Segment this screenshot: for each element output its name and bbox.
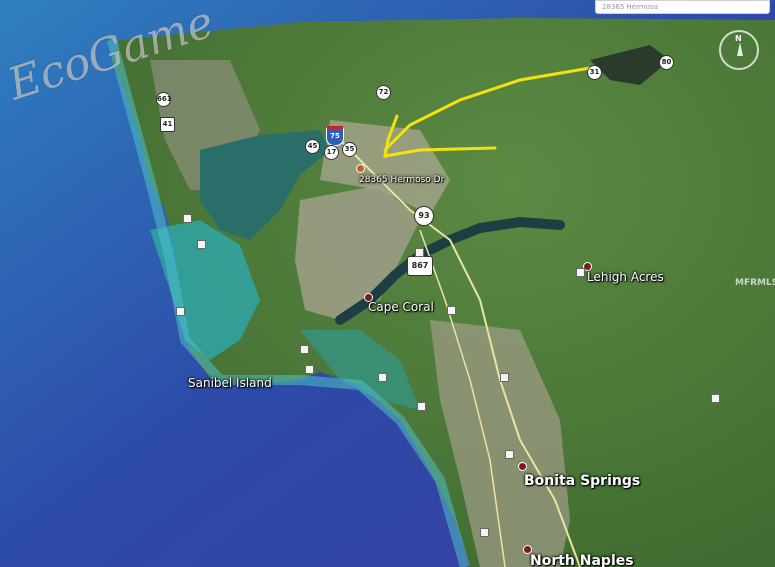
poi-marker[interactable] (415, 248, 424, 257)
poi-marker[interactable] (183, 214, 192, 223)
property-pin[interactable] (356, 164, 365, 173)
satellite-map[interactable]: EcoGame 28365 Hermosa N MFRMLS 75 45 17 … (0, 0, 775, 567)
poi-marker[interactable] (176, 307, 185, 316)
route-35-shield: 35 (342, 142, 357, 157)
bonita-springs-label: Bonita Springs (524, 473, 641, 489)
sanibel-island-label: Sanibel Island (188, 376, 272, 390)
route-661-shield: 661 (156, 92, 172, 107)
poi-marker[interactable] (417, 402, 426, 411)
mls-logo: MFRMLS (735, 278, 775, 288)
poi-marker[interactable] (480, 528, 489, 537)
cape-coral-label: Cape Coral (368, 300, 434, 314)
poi-marker[interactable] (197, 240, 206, 249)
route-17-shield: 17 (324, 145, 339, 160)
route-31-shield: 31 (587, 65, 602, 80)
search-input[interactable]: 28365 Hermosa (595, 0, 770, 14)
compass-needle-icon (737, 42, 743, 56)
poi-marker[interactable] (300, 345, 309, 354)
route-72-shield: 72 (376, 85, 391, 100)
bonita-pin[interactable] (518, 462, 527, 471)
address-label: 28365 Hermoso Dr (359, 175, 445, 185)
poi-marker[interactable] (711, 394, 720, 403)
north-naples-label: North Naples (530, 553, 634, 567)
poi-marker[interactable] (500, 373, 509, 382)
route-80-shield: 80 (659, 55, 674, 70)
interstate-75-shield: 75 (326, 126, 344, 146)
route-93-shield: 93 (414, 206, 434, 226)
poi-marker[interactable] (576, 268, 585, 277)
route-867-shield: 867 (407, 256, 433, 276)
poi-marker[interactable] (447, 306, 456, 315)
route-41-shield: 41 (160, 117, 175, 132)
poi-marker[interactable] (305, 365, 314, 374)
compass-control[interactable]: N (719, 30, 759, 70)
route-45-shield: 45 (305, 139, 320, 154)
poi-marker[interactable] (378, 373, 387, 382)
poi-marker[interactable] (505, 450, 514, 459)
lehigh-acres-label: Lehigh Acres (587, 270, 664, 284)
